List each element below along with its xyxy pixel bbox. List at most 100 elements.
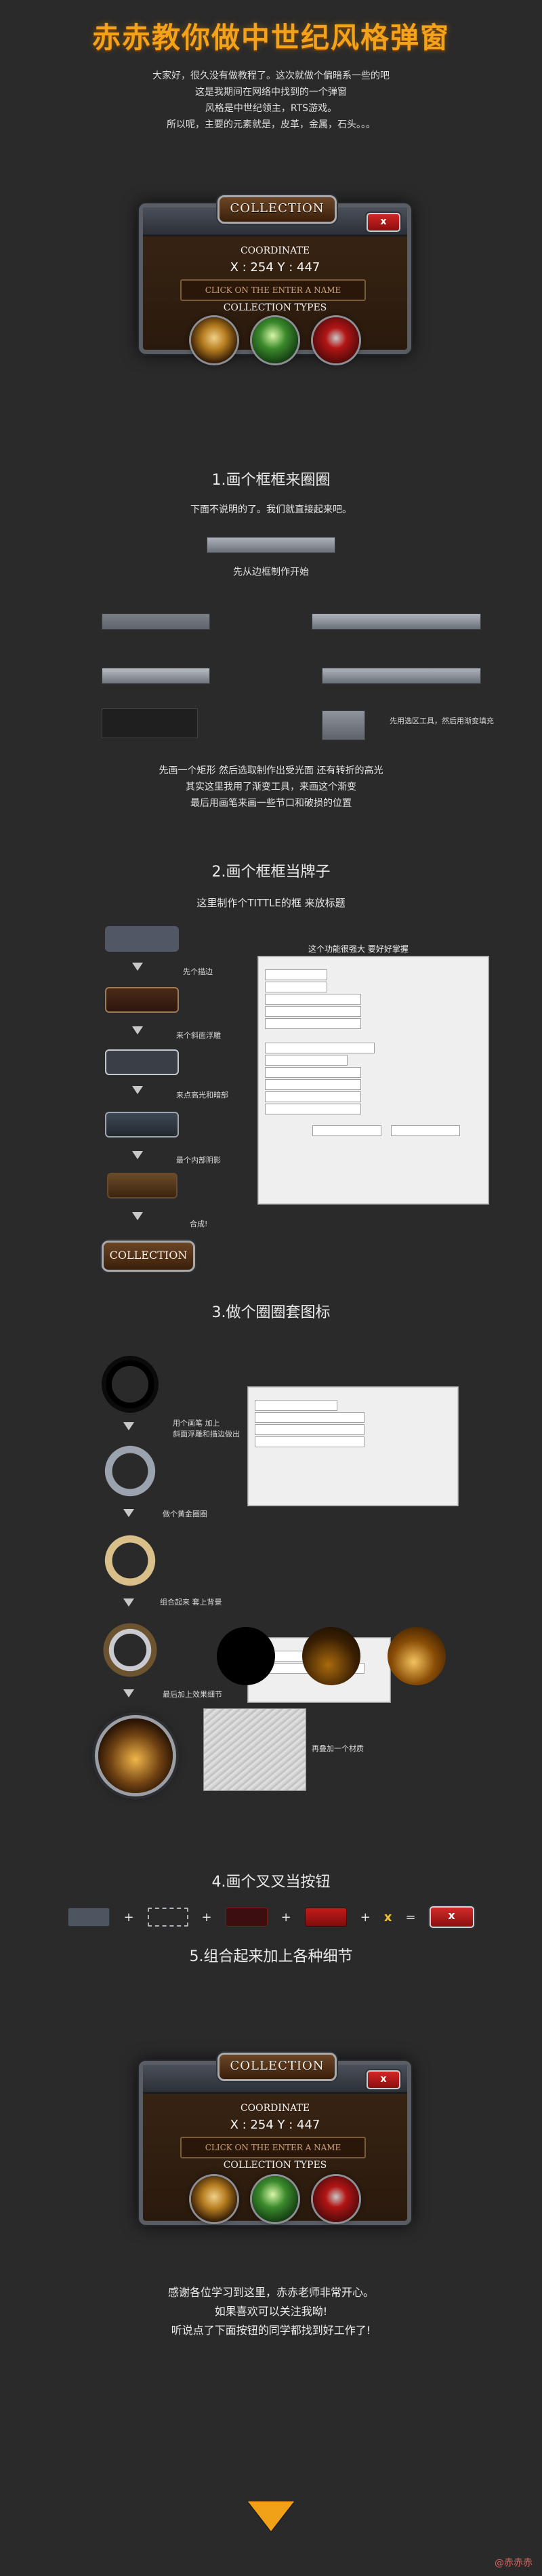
panel-row	[258, 1030, 488, 1042]
close-button[interactable]: x	[367, 2070, 400, 2089]
ring-final	[98, 1718, 173, 1793]
name-input[interactable]: CLICK ON THE ENTER A NAME	[180, 2137, 366, 2158]
button-base-shape	[68, 1908, 110, 1927]
intro-line: 所以呢，主要的元素就是，皮革，金属，石头。。。	[167, 119, 375, 130]
button-dark-red	[225, 1908, 268, 1927]
down-arrow-icon	[132, 963, 143, 971]
bar-highlight-2	[322, 668, 481, 684]
step-shape-1	[105, 926, 179, 952]
texture-square	[203, 1708, 306, 1791]
coordinate-label: COORDINATE	[240, 2103, 310, 2114]
bar-step-3	[102, 668, 210, 684]
gold-coin-icon[interactable]	[252, 2176, 298, 2222]
close-icon: x	[380, 2074, 387, 2085]
name-input[interactable]: CLICK ON THE ENTER A NAME	[180, 279, 366, 301]
step-label-1: 先个描边	[183, 967, 213, 976]
down-arrow-icon	[132, 1026, 143, 1034]
ring-label-4: 最后加上效果细节	[163, 1690, 222, 1699]
section-1-title: 1.画个框框来圈圈	[211, 472, 331, 489]
slider[interactable]	[265, 1104, 361, 1114]
section-2-subtitle: 这里制作个TITTLE的框 来放标题	[196, 897, 346, 909]
slider[interactable]	[255, 1412, 364, 1423]
intro-text: 大家好，很久没有做教程了。这次就做个偏暗系一些的吧 这是我期间在网络中找到的一个…	[0, 68, 542, 133]
pill-highlight	[105, 1112, 179, 1138]
pill-leather	[105, 987, 179, 1013]
panel-row	[258, 969, 488, 981]
panel-row	[258, 981, 488, 993]
section-2-title: 2.画个框框当牌子	[211, 864, 331, 881]
collection-types-row	[143, 2176, 407, 2223]
outro-line: 听说点了下面按钮的同学都找到好工作了!	[171, 2324, 371, 2337]
slider[interactable]	[255, 1436, 364, 1447]
ring-label-line: 用个画笔 加上	[173, 1419, 220, 1428]
panel-row	[258, 1042, 488, 1054]
modal-ribbon: COLLECTION	[217, 2053, 337, 2081]
photoshop-panel-title: 这个功能很强大 要好好掌握	[308, 944, 409, 954]
dropdown[interactable]	[255, 1400, 337, 1411]
down-arrow-icon	[123, 1422, 134, 1430]
panel-row	[258, 1018, 488, 1030]
final-close-button[interactable]: x	[429, 1906, 474, 1928]
stone-hammer-icon[interactable]	[313, 2176, 359, 2222]
golden-ring-icon[interactable]	[191, 2176, 237, 2222]
ring-label-line: 斜面浮雕和描边做出	[173, 1430, 240, 1438]
dropdown[interactable]	[265, 982, 327, 992]
ring-label-3: 组合起来 套上背景	[160, 1598, 222, 1607]
pill-inner-shadow	[107, 1173, 178, 1199]
final-title-text: COLLECTION	[109, 1249, 188, 1262]
section-1-paragraph: 先画一个矩形 然后选取制作出受光面 还有转折的高光 其实这里我用了渐变工具，来画…	[0, 763, 542, 811]
panel-row	[248, 1424, 458, 1436]
amber-circle-icon	[388, 1627, 446, 1685]
ring-style-panel	[247, 1386, 459, 1506]
panel-row	[258, 993, 488, 1005]
step-label-4: 最个内部阴影	[176, 1156, 221, 1165]
x-mark-icon: x	[383, 1910, 392, 1925]
dropdown[interactable]	[265, 969, 327, 980]
stone-hammer-icon[interactable]	[313, 317, 359, 363]
close-icon: x	[380, 216, 387, 227]
down-arrow-icon	[123, 1689, 134, 1697]
plus-icon: +	[360, 1910, 371, 1925]
button-build-sequence: + + + + x = x	[0, 1906, 542, 1928]
frame-bar-sample	[207, 537, 335, 553]
paragraph-line: 最后用画笔来画一些节口和破损的位置	[190, 798, 352, 809]
dropdown[interactable]	[265, 1055, 348, 1066]
slider[interactable]	[265, 1079, 361, 1090]
collection-types-label: COLLECTION TYPES	[223, 2160, 327, 2171]
golden-ring-icon[interactable]	[191, 317, 237, 363]
gold-coin-icon[interactable]	[252, 317, 298, 363]
shading-box	[265, 1043, 375, 1053]
bar-step-4	[322, 668, 481, 684]
metal-bar	[207, 537, 335, 553]
bar-highlight	[102, 668, 210, 684]
collection-types-label: COLLECTION TYPES	[223, 302, 327, 313]
close-button[interactable]: x	[367, 213, 400, 232]
plus-icon: +	[201, 1910, 212, 1925]
outro-line: 感谢各位学习到这里，赤赤老师非常开心。	[167, 2286, 374, 2299]
default-button[interactable]	[312, 1125, 381, 1136]
slider[interactable]	[265, 994, 361, 1005]
final-ring-icon	[98, 1718, 173, 1793]
slider[interactable]	[265, 1018, 361, 1029]
down-arrow-icon[interactable]	[248, 2501, 294, 2531]
paragraph-line: 先画一个矩形 然后选取制作出受光面 还有转折的高光	[159, 765, 383, 776]
panel-buttons-row	[258, 1125, 488, 1137]
slider[interactable]	[265, 1067, 361, 1078]
slider[interactable]	[265, 1006, 361, 1017]
panel-row	[258, 1054, 488, 1066]
section-1-note: 先用选区工具，然后用渐变填充	[390, 717, 494, 725]
panel-row	[258, 1066, 488, 1079]
intro-line: 风格是中世纪领主，RTS游戏。	[205, 103, 337, 114]
ring-metal-icon	[102, 1443, 159, 1500]
panel-row	[248, 1436, 458, 1448]
slider[interactable]	[255, 1424, 364, 1435]
layer-style-panel	[257, 956, 489, 1205]
section-3-title: 3.做个圈圈套图标	[211, 1304, 331, 1321]
bar-step-1	[102, 613, 210, 630]
reset-button[interactable]	[390, 1125, 460, 1136]
section-5-title: 5.组合起来加上各种细节	[189, 1948, 353, 1965]
ring-label-2: 做个黄金圈圈	[163, 1510, 207, 1518]
panel-heading	[258, 957, 488, 969]
slider[interactable]	[265, 1091, 361, 1102]
panel-row	[248, 1399, 458, 1411]
